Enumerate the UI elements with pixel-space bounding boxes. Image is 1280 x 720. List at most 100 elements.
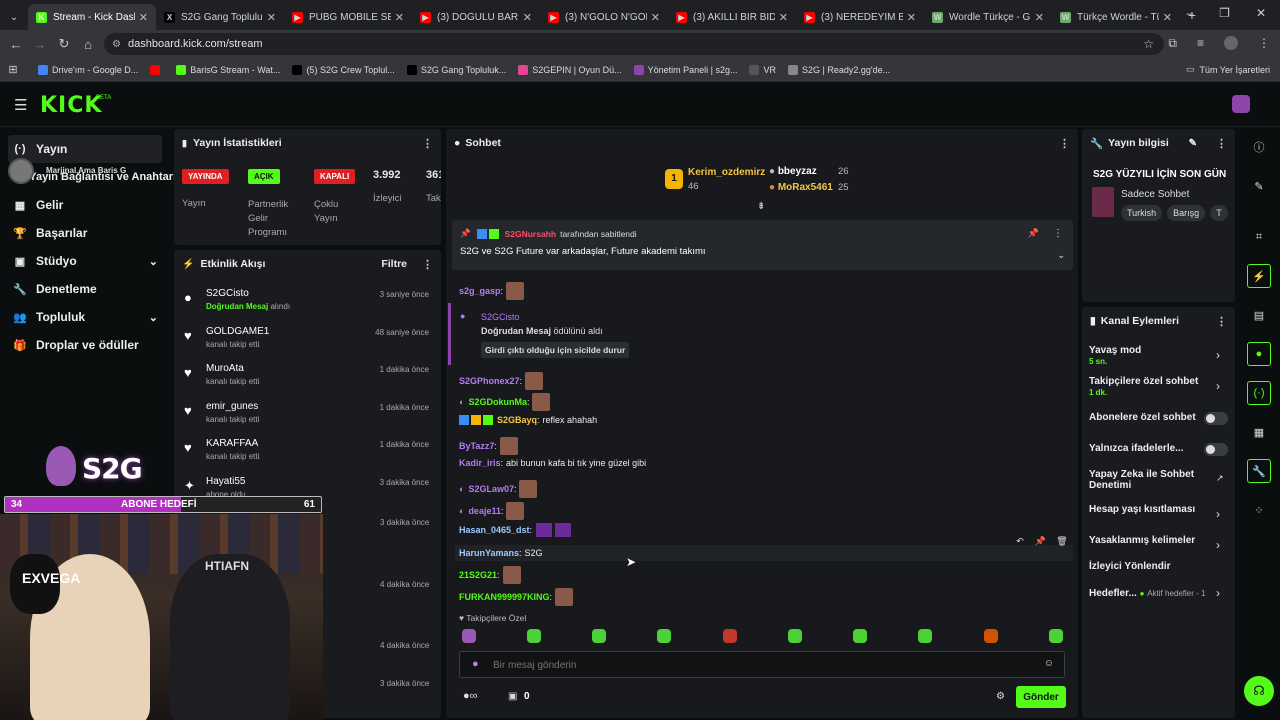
leader-1-name[interactable]: Kerim_ozdemirz — [688, 167, 765, 178]
leader-2-name[interactable]: ● bbeyzaz — [769, 166, 817, 177]
tab-search-icon[interactable]: ⌄ — [0, 4, 28, 30]
bookmark-star-icon[interactable]: ☆ — [1143, 37, 1154, 51]
tab-close-icon[interactable]: ✕ — [651, 11, 660, 24]
bookmark-item[interactable]: S2G Gang Topluluk... — [406, 64, 506, 75]
channel-action[interactable]: Yavaş mod 5 sn. — [1089, 345, 1141, 366]
chevron-right-icon[interactable]: › — [1216, 538, 1220, 552]
emote-icon[interactable] — [853, 629, 867, 643]
chat-username[interactable]: ByTazz7 — [459, 441, 494, 451]
emote-icon[interactable] — [1049, 629, 1063, 643]
expand-chevron-icon[interactable]: ⌄ — [1057, 250, 1065, 261]
feed-item[interactable]: ♥ GOLDGAME1 kanalı takip etti 48 saniye önc… — [174, 320, 441, 358]
apps-grid-icon[interactable]: ⊞ — [0, 63, 26, 76]
chat-message[interactable]: FURKAN999997KING: — [459, 588, 574, 606]
chat-username[interactable]: s2g_gasp — [459, 286, 501, 296]
emote-icon[interactable] — [592, 629, 606, 643]
media-icon[interactable]: ≡ — [1197, 36, 1204, 51]
emote-icon[interactable] — [984, 629, 998, 643]
chat-username[interactable]: S2GBayq — [497, 415, 537, 425]
chevron-right-icon[interactable]: › — [1216, 586, 1220, 600]
tab-close-icon[interactable]: ✕ — [779, 11, 788, 24]
stream-tag[interactable]: Barışg — [1167, 205, 1206, 221]
action-toggle[interactable] — [1204, 412, 1228, 425]
back-icon[interactable]: ← — [4, 37, 28, 52]
bookmark-item[interactable]: Drive'ım - Google D... — [38, 64, 138, 75]
unpin-icon[interactable]: 📌 — [1028, 228, 1039, 239]
points-icon[interactable]: ●∞ — [463, 690, 478, 702]
scroll-to-latest-icon[interactable]: ⇟ — [757, 201, 765, 212]
support-headset-icon[interactable]: ☊ — [1244, 676, 1274, 706]
mic-icon[interactable]: ● — [472, 658, 479, 670]
chat-username[interactable]: FURKAN999997KING — [459, 592, 550, 602]
chevron-down-icon[interactable]: ⌄ — [149, 311, 158, 324]
feed-filter-button[interactable]: Filtre — [381, 258, 407, 270]
chat-settings-icon[interactable]: ⚙ — [996, 691, 1005, 702]
chevron-right-icon[interactable]: › — [1216, 507, 1220, 521]
bookmark-item[interactable] — [150, 64, 164, 75]
channel-action[interactable]: Yapay Zeka ile Sohbet Denetimi — [1089, 469, 1199, 491]
tab-close-icon[interactable]: ✕ — [1035, 11, 1044, 24]
reload-icon[interactable]: ↻ — [52, 36, 76, 52]
chat-message[interactable]: ◐ S2GDokunMa: — [459, 393, 551, 411]
crop-icon[interactable]: ⌗ — [1247, 225, 1271, 249]
broadcast-icon[interactable]: (·) — [1247, 381, 1271, 405]
sidebar-item[interactable]: (·) Yayın — [8, 135, 162, 163]
channel-action[interactable]: Hesap yaşı kısıtlaması — [1089, 504, 1195, 515]
bookmark-item[interactable]: Yönetim Paneli | s2g... — [633, 64, 737, 75]
stream-tag[interactable]: Turkish — [1121, 205, 1163, 221]
action-toggle[interactable] — [1204, 443, 1228, 456]
edit-icon[interactable]: ✎ — [1189, 138, 1197, 149]
bookmark-item[interactable]: S2GEPIN | Oyun Dü... — [518, 64, 622, 75]
send-button[interactable]: Gönder — [1016, 686, 1066, 708]
profile-avatar[interactable] — [1224, 36, 1238, 50]
channel-action[interactable]: Yasaklanmış kelimeler — [1089, 535, 1195, 546]
tab-close-icon[interactable]: ✕ — [1163, 11, 1172, 24]
chat-message[interactable]: s2g_gasp: — [459, 282, 525, 300]
emote-icon[interactable] — [462, 629, 476, 643]
chat-message[interactable]: S2GBayq: reflex ahahah — [459, 415, 597, 425]
reward-user[interactable]: S2GCisto — [481, 312, 520, 322]
tab-close-icon[interactable]: ✕ — [395, 11, 404, 24]
kick-logo[interactable]: KICK — [40, 93, 102, 118]
feed-menu-icon[interactable]: ⋮ — [422, 258, 433, 271]
home-icon[interactable]: ⌂ — [76, 37, 100, 52]
leader-3-name[interactable]: ● MoRax5461 — [769, 182, 833, 193]
url-bar[interactable]: ⚙ dashboard.kick.com/stream ☆ — [104, 33, 1164, 55]
gift-icon[interactable]: ▣ — [508, 691, 517, 702]
tab-close-icon[interactable]: ✕ — [139, 11, 148, 24]
pinned-menu-icon[interactable]: ⋮ — [1053, 228, 1063, 239]
channel-action[interactable]: Takipçilere özel sohbet 1 dk. — [1089, 376, 1198, 397]
reply-icon[interactable]: ↶ — [1016, 536, 1024, 547]
external-link-icon[interactable]: ↗ — [1216, 473, 1224, 484]
emoji-icon[interactable]: ☺ — [1044, 658, 1054, 669]
layout-icon[interactable]: ▦ — [1247, 420, 1271, 444]
browser-tab[interactable]: ▶ PUBG MOBILE SE ✕ — [284, 4, 412, 30]
sidebar-item[interactable]: 🎁 Droplar ve ödüller — [0, 331, 170, 359]
channel-action[interactable]: Abonelere özel sohbet — [1089, 412, 1196, 423]
browser-tab[interactable]: ▶ (3) DOĞULU BARIŞ G ✕ — [412, 4, 540, 30]
pinned-by-user[interactable]: S2GNursahh — [505, 229, 557, 239]
chat-rail-icon[interactable]: ● — [1247, 342, 1271, 366]
browser-tab[interactable]: W Wordle Türkçe - Gün ✕ — [924, 4, 1052, 30]
category-name[interactable]: Sadece Sohbet — [1121, 189, 1189, 200]
chat-username[interactable]: Kadir_iris — [459, 458, 501, 468]
chat-message[interactable]: Hasan_0465_dst: — [459, 523, 572, 537]
stream-tag[interactable]: T — [1210, 205, 1228, 221]
share-icon[interactable]: ⁘ — [1247, 498, 1271, 522]
chevron-right-icon[interactable]: › — [1216, 379, 1220, 393]
feed-item[interactable]: ● S2GCisto Doğrudan Mesaj alındı 3 saniye ö… — [174, 282, 441, 320]
browser-tab[interactable]: ▶ (3) AKILLI BİR BIDIK | ✕ — [668, 4, 796, 30]
chat-message[interactable]: ByTazz7: — [459, 437, 518, 455]
chat-input-box[interactable]: ● ☺ — [459, 651, 1065, 678]
pin-message-icon[interactable]: 📌 — [1034, 536, 1045, 547]
info-circle-icon[interactable]: ⓘ — [1247, 135, 1271, 159]
pinned-message[interactable]: 📌 S2GNursahh tarafından sabitlendi S2G v… — [452, 220, 1073, 270]
chat-message[interactable]: ◐ S2GLaw07: — [459, 480, 538, 498]
quick-actions-icon[interactable]: ⚡ — [1247, 264, 1271, 288]
chat-message[interactable]: S2GPhonex27: — [459, 372, 544, 390]
close-window-icon[interactable]: ✕ — [1256, 6, 1266, 20]
channel-action[interactable]: İzleyici Yönlendir — [1089, 561, 1171, 572]
chat-message[interactable]: HarunYamans: S2G — [455, 545, 1073, 561]
bookmark-item[interactable]: BarisG Stream - Wat... — [176, 64, 280, 75]
tab-close-icon[interactable]: ✕ — [267, 11, 276, 24]
